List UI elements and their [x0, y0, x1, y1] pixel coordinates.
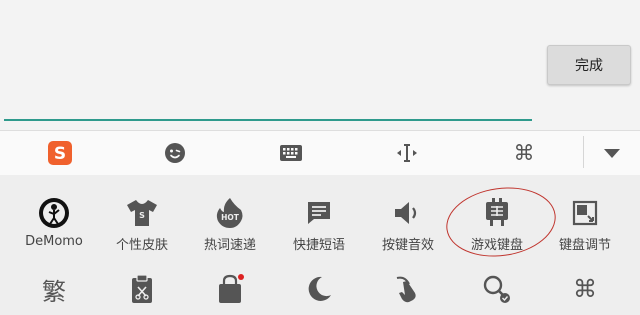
tile-label: DeMomo	[25, 234, 83, 249]
tile-search[interactable]	[453, 271, 541, 307]
search-check-icon	[477, 271, 517, 307]
tile-label: 热词速递	[203, 238, 256, 253]
input-underline	[4, 119, 532, 121]
tile-clipboard[interactable]	[98, 271, 186, 307]
svg-text:S: S	[54, 144, 66, 164]
resize-icon	[565, 195, 605, 231]
shop-bag-icon	[210, 271, 250, 307]
tile-gesture[interactable]	[364, 271, 452, 307]
tile-shop[interactable]	[186, 271, 274, 307]
tile-key-sound[interactable]: 按键音效	[364, 195, 452, 253]
toolbar-divider	[583, 136, 584, 168]
tile-demomo[interactable]: DeMomo	[10, 195, 98, 249]
text-input-area[interactable]	[0, 0, 640, 130]
command-icon[interactable]: ⌘	[506, 137, 542, 169]
hot-flame-icon: HOT	[210, 195, 250, 231]
demomo-avatar-icon	[34, 195, 74, 231]
tile-label: 快捷短语	[292, 238, 345, 253]
collapse-icon[interactable]	[594, 137, 630, 169]
clipboard-icon	[122, 271, 162, 307]
tile-traditional[interactable]: 繁	[10, 271, 98, 307]
message-icon	[299, 195, 339, 231]
tile-hot-words[interactable]: HOT 热词速递	[186, 195, 274, 253]
emoji-icon[interactable]	[157, 137, 193, 169]
tile-label: 个性皮肤	[115, 238, 168, 253]
tile-label: 键盘调节	[558, 238, 611, 253]
svg-text:HOT: HOT	[221, 213, 240, 222]
traditional-char-icon: 繁	[42, 277, 66, 306]
tile-shortcut[interactable]: ⌘	[541, 271, 629, 307]
tile-skin[interactable]: S 个性皮肤	[98, 195, 186, 253]
gesture-icon	[388, 271, 428, 307]
ime-toolbar: S ⌘	[0, 130, 640, 176]
svg-text:S: S	[139, 211, 145, 220]
tile-label: 按键音效	[381, 238, 434, 253]
command-check-icon: ⌘	[573, 275, 597, 303]
tile-quick-phrases[interactable]: 快捷短语	[275, 195, 363, 253]
moon-icon	[299, 271, 339, 307]
tile-night-mode[interactable]	[275, 271, 363, 307]
tshirt-icon: S	[122, 195, 162, 231]
sogou-logo-icon[interactable]: S	[42, 137, 78, 169]
speaker-icon	[388, 195, 428, 231]
keyboard-icon[interactable]	[273, 137, 309, 169]
cursor-move-icon[interactable]	[389, 137, 425, 169]
done-button[interactable]: 完成	[547, 45, 631, 85]
